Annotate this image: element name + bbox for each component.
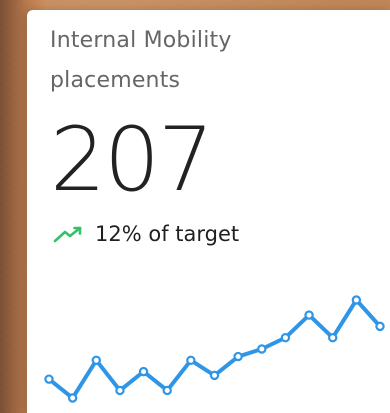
- sparkline-point: [91, 355, 101, 366]
- sparkline-point: [44, 374, 54, 384]
- sparkline-point: [138, 366, 149, 377]
- trending-up-icon: [53, 224, 87, 244]
- card-title-line-2: placements: [50, 68, 181, 93]
- sparkline-point: [304, 310, 314, 320]
- card-title-line-1: Internal Mobility: [50, 28, 232, 53]
- metric-value: 207: [50, 108, 214, 211]
- sparkline-point: [257, 344, 267, 354]
- sparkline-point: [209, 370, 220, 381]
- sparkline-point: [351, 295, 362, 305]
- sparkline-point: [375, 321, 385, 332]
- trend-text: 12% of target: [95, 222, 240, 246]
- sparkline-point: [162, 385, 172, 396]
- sparkline-point: [233, 351, 243, 362]
- trend-row: 12% of target: [53, 222, 239, 246]
- sparkline-series: [47, 298, 382, 400]
- card-title: Internal Mobility placements: [50, 21, 350, 101]
- sparkline-point: [186, 355, 196, 366]
- sparkline-point: [67, 393, 78, 403]
- sparkline-chart: [44, 295, 385, 403]
- metric-card: Internal Mobility placements 207 12% of …: [27, 10, 390, 413]
- sparkline-point: [280, 332, 291, 343]
- sparkline-point: [115, 385, 125, 396]
- sparkline-point: [328, 332, 338, 343]
